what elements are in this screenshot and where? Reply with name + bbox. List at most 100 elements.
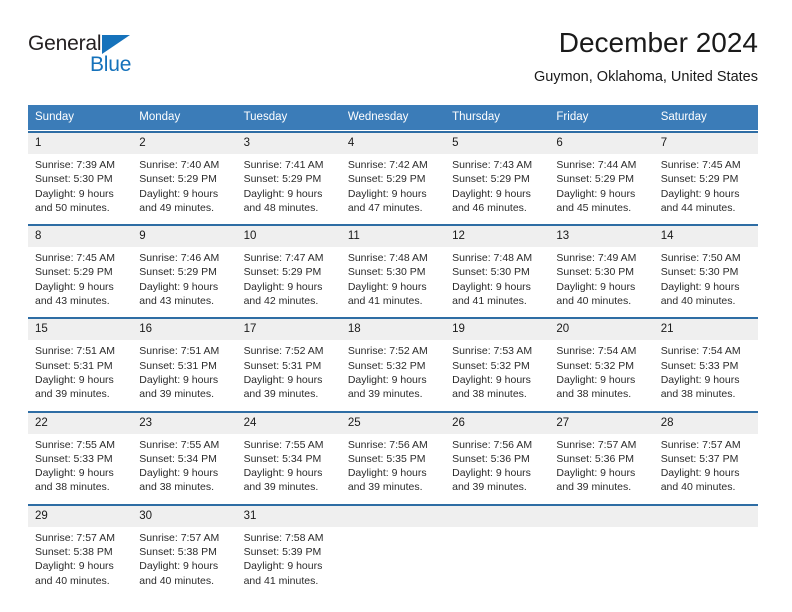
sunrise-text: Sunrise: 7:57 AM: [556, 438, 637, 451]
day-details: Sunrise: 7:56 AM Sunset: 5:35 PM Daylight:…: [341, 434, 445, 495]
calendar-week-row: 8 Sunrise: 7:45 AM Sunset: 5:29 PM Daylight…: [28, 224, 758, 308]
calendar-day-cell[interactable]: 18 Sunrise: 7:52 AM Sunset: 5:32 PM Dayligh…: [340, 319, 446, 401]
calendar-week-row: 22 Sunrise: 7:55 AM Sunset: 5:33 PM Dayligh…: [28, 410, 758, 495]
day-details: Sunrise: 7:57 AM Sunset: 5:36 PM Daylight:…: [549, 434, 653, 495]
sunset-text: Sunset: 5:36 PM: [556, 452, 635, 465]
calendar-day-cell[interactable]: 11 Sunrise: 7:48 AM Sunset: 5:30 PM Dayligh…: [340, 226, 446, 308]
sunrise-text: Sunrise: 7:57 AM: [35, 531, 115, 544]
calendar-day-cell-empty: [653, 505, 758, 588]
sunrise-text: Sunrise: 7:45 AM: [660, 159, 741, 171]
calendar-day-cell[interactable]: 15 Sunrise: 7:51 AM Sunset: 5:31 PM Dayligh…: [28, 319, 133, 401]
day-number: 28: [653, 412, 758, 434]
day-details: Sunrise: 7:43 AM Sunset: 5:29 PM Daylight:…: [445, 154, 549, 215]
day-details: Sunrise: 7:55 AM Sunset: 5:33 PM Daylight:…: [28, 434, 132, 495]
sunrise-text: Sunrise: 7:51 AM: [139, 345, 220, 358]
calendar-day-cell[interactable]: 21 Sunrise: 7:54 AM Sunset: 5:33 PM Dayligh…: [653, 319, 758, 401]
daylight-text-line2: and 38 minutes.: [660, 388, 736, 401]
calendar-day-cell[interactable]: 13 Sunrise: 7:49 AM Sunset: 5:30 PM Dayligh…: [549, 226, 654, 308]
sunset-text: Sunset: 5:31 PM: [243, 359, 322, 372]
calendar-week-row: 29 Sunrise: 7:57 AM Sunset: 5:38 PM Dayligh…: [28, 503, 758, 588]
calendar-day-cell[interactable]: 23 Sunrise: 7:55 AM Sunset: 5:34 PM Dayligh…: [132, 412, 237, 495]
day-details: Sunrise: 7:51 AM Sunset: 5:31 PM Daylight:…: [132, 340, 236, 401]
calendar-day-cell[interactable]: 7 Sunrise: 7:45 AM Sunset: 5:29 PM Daylight…: [653, 133, 758, 215]
day-number: [340, 505, 446, 527]
daylight-text-line1: Daylight: 9 hours: [139, 280, 219, 293]
calendar-day-cell[interactable]: 24 Sunrise: 7:55 AM Sunset: 5:34 PM Dayligh…: [236, 412, 341, 495]
sunrise-text: Sunrise: 7:57 AM: [660, 438, 741, 451]
sunrise-text: Sunrise: 7:56 AM: [452, 438, 533, 451]
day-details: Sunrise: 7:48 AM Sunset: 5:30 PM Daylight:…: [341, 247, 445, 308]
calendar-day-cell[interactable]: 17 Sunrise: 7:52 AM Sunset: 5:31 PM Dayligh…: [236, 319, 341, 401]
calendar-day-cell[interactable]: 2 Sunrise: 7:40 AM Sunset: 5:29 PM Daylight…: [132, 133, 237, 215]
day-number: 1: [28, 133, 133, 154]
calendar-day-cell[interactable]: 27 Sunrise: 7:57 AM Sunset: 5:36 PM Dayligh…: [549, 412, 654, 495]
sunset-text: Sunset: 5:30 PM: [347, 266, 426, 279]
daylight-text-line1: Daylight: 9 hours: [347, 467, 427, 480]
sunset-text: Sunset: 5:34 PM: [243, 452, 322, 465]
sunset-text: Sunset: 5:32 PM: [452, 359, 530, 372]
calendar-day-cell[interactable]: 9 Sunrise: 7:46 AM Sunset: 5:29 PM Daylight…: [132, 226, 237, 308]
sunrise-text: Sunrise: 7:57 AM: [139, 531, 220, 544]
daylight-text-line2: and 40 minutes.: [139, 574, 214, 587]
daylight-text-line1: Daylight: 9 hours: [347, 373, 427, 386]
calendar-day-cell[interactable]: 3 Sunrise: 7:41 AM Sunset: 5:29 PM Daylight…: [236, 133, 341, 215]
daylight-text-line1: Daylight: 9 hours: [347, 280, 427, 293]
calendar-day-cell[interactable]: 31 Sunrise: 7:58 AM Sunset: 5:39 PM Dayligh…: [236, 505, 341, 588]
sunset-text: Sunset: 5:32 PM: [347, 359, 426, 372]
sunset-text: Sunset: 5:35 PM: [347, 452, 426, 465]
sunrise-text: Sunrise: 7:46 AM: [139, 252, 220, 265]
calendar-day-cell[interactable]: 20 Sunrise: 7:54 AM Sunset: 5:32 PM Dayligh…: [549, 319, 654, 401]
day-number: 5: [445, 133, 550, 154]
calendar-day-cell[interactable]: 28 Sunrise: 7:57 AM Sunset: 5:37 PM Dayligh…: [653, 412, 758, 495]
calendar-page: General Blue December 2024 Guymon, Oklah…: [0, 0, 792, 612]
day-details: Sunrise: 7:40 AM Sunset: 5:29 PM Daylight:…: [132, 154, 236, 215]
sunrise-text: Sunrise: 7:45 AM: [35, 252, 115, 265]
day-details: Sunrise: 7:49 AM Sunset: 5:30 PM Daylight:…: [549, 247, 653, 308]
calendar-day-cell[interactable]: 4 Sunrise: 7:42 AM Sunset: 5:29 PM Daylight…: [340, 133, 446, 215]
calendar-week-row: 15 Sunrise: 7:51 AM Sunset: 5:31 PM Dayligh…: [28, 317, 758, 401]
day-details: Sunrise: 7:47 AM Sunset: 5:29 PM Daylight:…: [237, 247, 341, 308]
day-number: 10: [236, 226, 341, 248]
day-number: 9: [132, 226, 237, 248]
daylight-text-line1: Daylight: 9 hours: [35, 467, 114, 480]
day-number: 6: [549, 133, 654, 154]
weekday-header-thursday: Thursday: [452, 111, 501, 123]
day-number: 27: [549, 412, 654, 434]
daylight-text-line2: and 38 minutes.: [452, 388, 527, 401]
daylight-text-line1: Daylight: 9 hours: [35, 187, 114, 200]
calendar-day-cell[interactable]: 5 Sunrise: 7:43 AM Sunset: 5:29 PM Daylight…: [445, 133, 550, 215]
general-blue-logo[interactable]: General Blue: [28, 32, 208, 88]
calendar-day-cell[interactable]: 25 Sunrise: 7:56 AM Sunset: 5:35 PM Dayligh…: [340, 412, 446, 495]
daylight-text-line1: Daylight: 9 hours: [139, 373, 219, 386]
daylight-text-line1: Daylight: 9 hours: [556, 280, 636, 293]
sunrise-text: Sunrise: 7:51 AM: [35, 345, 115, 358]
day-details: Sunrise: 7:55 AM Sunset: 5:34 PM Daylight:…: [237, 434, 341, 495]
day-details: Sunrise: 7:44 AM Sunset: 5:29 PM Daylight:…: [549, 154, 653, 215]
calendar-day-cell[interactable]: 16 Sunrise: 7:51 AM Sunset: 5:31 PM Dayligh…: [132, 319, 237, 401]
calendar-day-cell[interactable]: 8 Sunrise: 7:45 AM Sunset: 5:29 PM Daylight…: [28, 226, 133, 308]
sunrise-text: Sunrise: 7:39 AM: [35, 159, 115, 171]
day-details: Sunrise: 7:39 AM Sunset: 5:30 PM Daylight:…: [28, 154, 132, 215]
calendar-day-cell[interactable]: 19 Sunrise: 7:53 AM Sunset: 5:32 PM Dayligh…: [445, 319, 550, 401]
daylight-text-line1: Daylight: 9 hours: [452, 467, 531, 480]
calendar-day-cell[interactable]: 30 Sunrise: 7:57 AM Sunset: 5:38 PM Dayligh…: [132, 505, 237, 588]
sunset-text: Sunset: 5:29 PM: [139, 266, 217, 279]
daylight-text-line2: and 42 minutes.: [243, 295, 319, 308]
calendar-day-cell[interactable]: 6 Sunrise: 7:44 AM Sunset: 5:29 PM Daylight…: [549, 133, 654, 215]
calendar-day-cell[interactable]: 22 Sunrise: 7:55 AM Sunset: 5:33 PM Dayligh…: [28, 412, 133, 495]
day-details: Sunrise: 7:57 AM Sunset: 5:38 PM Daylight:…: [132, 527, 236, 588]
calendar-day-cell[interactable]: 29 Sunrise: 7:57 AM Sunset: 5:38 PM Dayligh…: [28, 505, 133, 588]
calendar-day-cell[interactable]: 10 Sunrise: 7:47 AM Sunset: 5:29 PM Dayligh…: [236, 226, 341, 308]
day-details: Sunrise: 7:54 AM Sunset: 5:33 PM Daylight:…: [654, 340, 758, 401]
sunrise-text: Sunrise: 7:54 AM: [556, 345, 637, 358]
day-details: Sunrise: 7:45 AM Sunset: 5:29 PM Daylight:…: [28, 247, 132, 308]
calendar-day-cell[interactable]: 12 Sunrise: 7:48 AM Sunset: 5:30 PM Dayligh…: [445, 226, 550, 308]
sunrise-text: Sunrise: 7:56 AM: [347, 438, 428, 451]
calendar-day-cell[interactable]: 14 Sunrise: 7:50 AM Sunset: 5:30 PM Dayligh…: [653, 226, 758, 308]
day-details: Sunrise: 7:56 AM Sunset: 5:36 PM Daylight:…: [445, 434, 549, 495]
day-number: 22: [28, 412, 133, 434]
calendar-day-cell[interactable]: 1 Sunrise: 7:39 AM Sunset: 5:30 PM Daylight…: [28, 133, 133, 215]
calendar-day-cell[interactable]: 26 Sunrise: 7:56 AM Sunset: 5:36 PM Dayligh…: [445, 412, 550, 495]
day-number: 30: [132, 505, 237, 527]
daylight-text-line2: and 39 minutes.: [452, 481, 527, 494]
